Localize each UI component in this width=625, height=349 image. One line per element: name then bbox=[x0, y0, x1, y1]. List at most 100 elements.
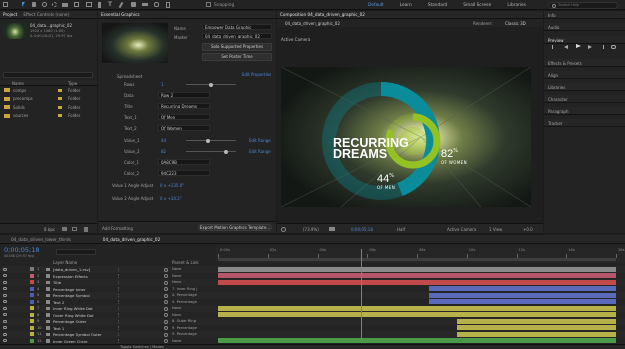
property-value-field[interactable]: 1 bbox=[158, 81, 182, 87]
layer-name[interactable]: Inner Ring White Dot bbox=[53, 306, 93, 311]
layer-label-color[interactable] bbox=[30, 306, 34, 311]
brush-tool-icon[interactable] bbox=[118, 1, 124, 9]
last-frame-icon[interactable] bbox=[600, 44, 604, 49]
stamp-tool-icon[interactable] bbox=[131, 2, 136, 7]
layer-duration-bar[interactable] bbox=[218, 279, 616, 285]
parent-dropdown[interactable]: None bbox=[172, 274, 181, 278]
layer-label-color[interactable] bbox=[30, 286, 34, 291]
name-field[interactable]: Empower Data Graphic bbox=[202, 24, 272, 30]
workspace-default[interactable]: Default bbox=[368, 3, 384, 8]
tab-effect-controls[interactable]: Effect Controls (none) bbox=[23, 12, 69, 17]
layer-label-color[interactable] bbox=[30, 325, 34, 330]
layer-duration-bar[interactable] bbox=[428, 286, 616, 292]
slider-knob[interactable] bbox=[224, 149, 228, 154]
loop-icon[interactable] bbox=[611, 44, 616, 49]
first-frame-icon[interactable] bbox=[552, 44, 556, 49]
layer-duration-bar[interactable] bbox=[218, 305, 616, 311]
property-slider[interactable] bbox=[186, 82, 236, 87]
angle1-value[interactable]: 0 x +135.0° bbox=[160, 183, 184, 188]
right-panel-align[interactable]: Align bbox=[544, 71, 625, 79]
pan-behind-tool-icon[interactable] bbox=[74, 2, 79, 7]
layer-label-color[interactable] bbox=[30, 319, 34, 324]
comp-timecode[interactable]: 0;00;05;18 bbox=[351, 227, 373, 232]
layer-name[interactable]: Outer Ring White Dot bbox=[53, 313, 94, 318]
visibility-eye-icon[interactable] bbox=[3, 306, 7, 310]
visibility-eye-icon[interactable] bbox=[3, 287, 7, 290]
slider-knob[interactable] bbox=[209, 82, 213, 87]
visibility-eye-icon[interactable] bbox=[3, 332, 7, 336]
home-icon[interactable] bbox=[3, 2, 8, 7]
tab-graphic-02[interactable]: 04_data_driven_graphic_02 bbox=[103, 237, 160, 242]
parent-pickwhip-icon[interactable] bbox=[164, 267, 168, 272]
right-panel-paragraph[interactable]: Paragraph bbox=[544, 107, 625, 115]
parent-pickwhip-icon[interactable] bbox=[164, 287, 168, 291]
column-type[interactable]: Type bbox=[68, 81, 77, 86]
layer-switches[interactable] bbox=[118, 306, 152, 310]
label-swatch[interactable] bbox=[58, 88, 62, 92]
visibility-eye-icon[interactable] bbox=[3, 339, 7, 342]
visibility-eye-icon[interactable] bbox=[3, 280, 7, 284]
camera-dropdown[interactable]: Active Camera bbox=[447, 227, 476, 232]
right-panel-audio[interactable]: Audio bbox=[544, 23, 625, 31]
visibility-eye-icon[interactable] bbox=[3, 293, 7, 297]
layer-switches[interactable] bbox=[118, 319, 152, 323]
visibility-eye-icon[interactable] bbox=[3, 300, 7, 303]
set-poster-time-button[interactable]: Set Poster Time bbox=[202, 53, 272, 61]
parent-dropdown[interactable]: 4. Percentage bbox=[172, 300, 197, 304]
zoom-tool-icon[interactable] bbox=[42, 2, 47, 7]
parent-pickwhip-icon[interactable] bbox=[164, 319, 168, 324]
parent-dropdown[interactable]: None bbox=[172, 339, 181, 343]
parent-dropdown[interactable]: 8. Outer Ring bbox=[172, 319, 196, 323]
timeline-search[interactable] bbox=[56, 249, 96, 255]
parent-pickwhip-icon[interactable] bbox=[164, 293, 168, 298]
layer-switches[interactable] bbox=[118, 274, 152, 278]
right-panel-tracker[interactable]: Tracker bbox=[544, 119, 625, 127]
property-value-field[interactable]: 94C223 bbox=[158, 170, 210, 177]
parent-dropdown[interactable]: 9. Percentage bbox=[172, 332, 197, 336]
puppet-tool-icon[interactable] bbox=[166, 2, 170, 8]
right-panel-effects-presets[interactable]: Effects & Presets bbox=[544, 59, 625, 67]
next-frame-icon[interactable] bbox=[588, 44, 592, 49]
rectangle-tool-icon[interactable] bbox=[86, 2, 92, 7]
layer-name[interactable]: Expression Effects bbox=[53, 274, 88, 279]
add-formatting-dropdown[interactable]: Add Formatting bbox=[102, 226, 133, 231]
always-preview-icon[interactable] bbox=[281, 226, 286, 232]
pen-tool-icon[interactable] bbox=[98, 2, 101, 8]
workspace-libraries[interactable]: Libraries bbox=[507, 3, 526, 8]
parent-dropdown[interactable]: None bbox=[172, 313, 181, 317]
prev-frame-icon[interactable] bbox=[564, 44, 568, 49]
rotate-tool-icon[interactable] bbox=[52, 2, 57, 7]
layer-switches[interactable] bbox=[118, 339, 152, 343]
visibility-eye-icon[interactable] bbox=[3, 274, 7, 277]
layer-duration-bar[interactable] bbox=[456, 331, 616, 337]
visibility-eye-icon[interactable] bbox=[3, 319, 7, 323]
layer-switches[interactable] bbox=[118, 280, 152, 284]
parent-dropdown[interactable]: 7. Inner Ring | bbox=[172, 287, 197, 291]
layer-duration-bar[interactable] bbox=[218, 266, 616, 272]
property-slider[interactable] bbox=[186, 149, 236, 154]
search-help-field[interactable] bbox=[548, 1, 618, 9]
property-value-field[interactable]: Recurring Dreams bbox=[158, 102, 210, 109]
layer-label-color[interactable] bbox=[30, 299, 34, 304]
hand-tool-icon[interactable] bbox=[32, 2, 36, 7]
layer-duration-bar[interactable] bbox=[218, 273, 616, 279]
layer-label-color[interactable] bbox=[30, 293, 34, 298]
workspace-learn[interactable]: Learn bbox=[400, 3, 412, 8]
property-value-field[interactable]: Of Women bbox=[158, 125, 210, 132]
tab-lower-thirds[interactable]: 04_data_driven_lower_thirds bbox=[11, 237, 71, 242]
parent-dropdown[interactable]: None bbox=[172, 267, 181, 271]
project-item[interactable]: sources Folder bbox=[0, 113, 97, 120]
property-value-field[interactable]: Of Men bbox=[158, 114, 210, 121]
project-search[interactable] bbox=[3, 72, 93, 78]
layer-label-color[interactable] bbox=[30, 332, 34, 337]
views-dropdown[interactable]: 1 View bbox=[489, 227, 502, 232]
snapping-checkbox[interactable] bbox=[206, 2, 211, 7]
timeline-timecode[interactable]: 0;00;05;18 bbox=[4, 246, 40, 254]
layer-name[interactable]: Percentage Outer bbox=[53, 319, 86, 324]
layer-duration-bar[interactable] bbox=[428, 292, 616, 298]
property-value-field[interactable]: 82 bbox=[158, 148, 182, 154]
tab-composition[interactable]: Composition 04_data_driven_graphic_02 bbox=[280, 12, 365, 17]
property-value-field[interactable]: 44 bbox=[158, 137, 182, 143]
selection-tool-icon[interactable] bbox=[22, 2, 25, 7]
tab-project[interactable]: Project bbox=[3, 12, 17, 17]
